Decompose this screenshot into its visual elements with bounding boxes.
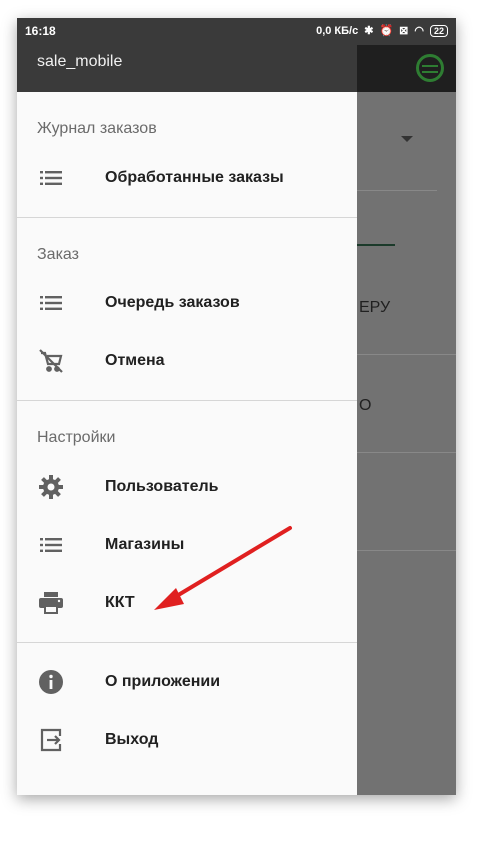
menu-item-user[interactable]: Пользователь xyxy=(17,458,357,516)
menu-item-processed-orders[interactable]: Обработанные заказы xyxy=(17,149,357,207)
menu-item-label: О приложении xyxy=(105,673,221,690)
section-title-settings: Настройки xyxy=(37,429,116,446)
status-bar: 16:18 0,0 КБ/с ✱ ⏰ ⊠ ◠ 22 xyxy=(17,18,456,45)
exit-icon xyxy=(37,728,65,752)
list-icon xyxy=(37,171,65,185)
section-title-order: Заказ xyxy=(37,246,79,263)
list-icon xyxy=(37,538,65,552)
background-divider xyxy=(357,354,456,355)
cart-off-icon xyxy=(37,348,65,374)
battery-icon: 22 xyxy=(429,24,448,37)
menu-item-cancel[interactable]: Отмена xyxy=(17,332,357,390)
printer-icon xyxy=(37,592,65,614)
app-logo-icon xyxy=(416,54,444,82)
menu-item-label: Обработанные заказы xyxy=(105,169,284,186)
section-title-order-journal: Журнал заказов xyxy=(37,120,157,137)
drawer-header: sale_mobile xyxy=(17,45,357,92)
menu-item-label: Выход xyxy=(105,731,159,748)
background-divider xyxy=(357,452,456,453)
navigation-drawer: sale_mobile Журнал заказов Обработанные … xyxy=(17,45,357,795)
info-icon xyxy=(37,669,65,695)
background-divider xyxy=(357,550,456,551)
bluetooth-icon: ✱ xyxy=(364,25,374,37)
wifi-icon: ◠ xyxy=(414,25,424,37)
phone-screen: 16:18 0,0 КБ/с ✱ ⏰ ⊠ ◠ 22 ЕРУ О sale_mob… xyxy=(17,18,456,795)
background-tab-indicator xyxy=(357,244,395,246)
background-text: О xyxy=(359,397,372,414)
list-icon xyxy=(37,296,65,310)
background-content: ЕРУ О xyxy=(357,92,456,795)
chevron-down-icon xyxy=(401,136,413,142)
status-time: 16:18 xyxy=(25,24,56,38)
menu-item-label: Очередь заказов xyxy=(105,294,240,311)
menu-item-order-queue[interactable]: Очередь заказов xyxy=(17,274,357,332)
network-speed: 0,0 КБ/с xyxy=(316,24,359,37)
menu-item-exit[interactable]: Выход xyxy=(17,711,357,769)
background-divider xyxy=(357,190,437,191)
gear-icon xyxy=(37,474,65,500)
menu-item-label: ККТ xyxy=(105,594,135,611)
menu-item-label: Пользователь xyxy=(105,478,219,495)
status-icons: 0,0 КБ/с ✱ ⏰ ⊠ ◠ 22 xyxy=(316,24,448,37)
background-text: ЕРУ xyxy=(359,299,391,316)
menu-item-label: Отмена xyxy=(105,352,165,369)
annotation-arrow-icon xyxy=(154,526,292,610)
menu-item-about[interactable]: О приложении xyxy=(17,653,357,711)
alarm-off-icon: ⏰ xyxy=(379,25,394,37)
sim-off-icon: ⊠ xyxy=(399,25,409,37)
